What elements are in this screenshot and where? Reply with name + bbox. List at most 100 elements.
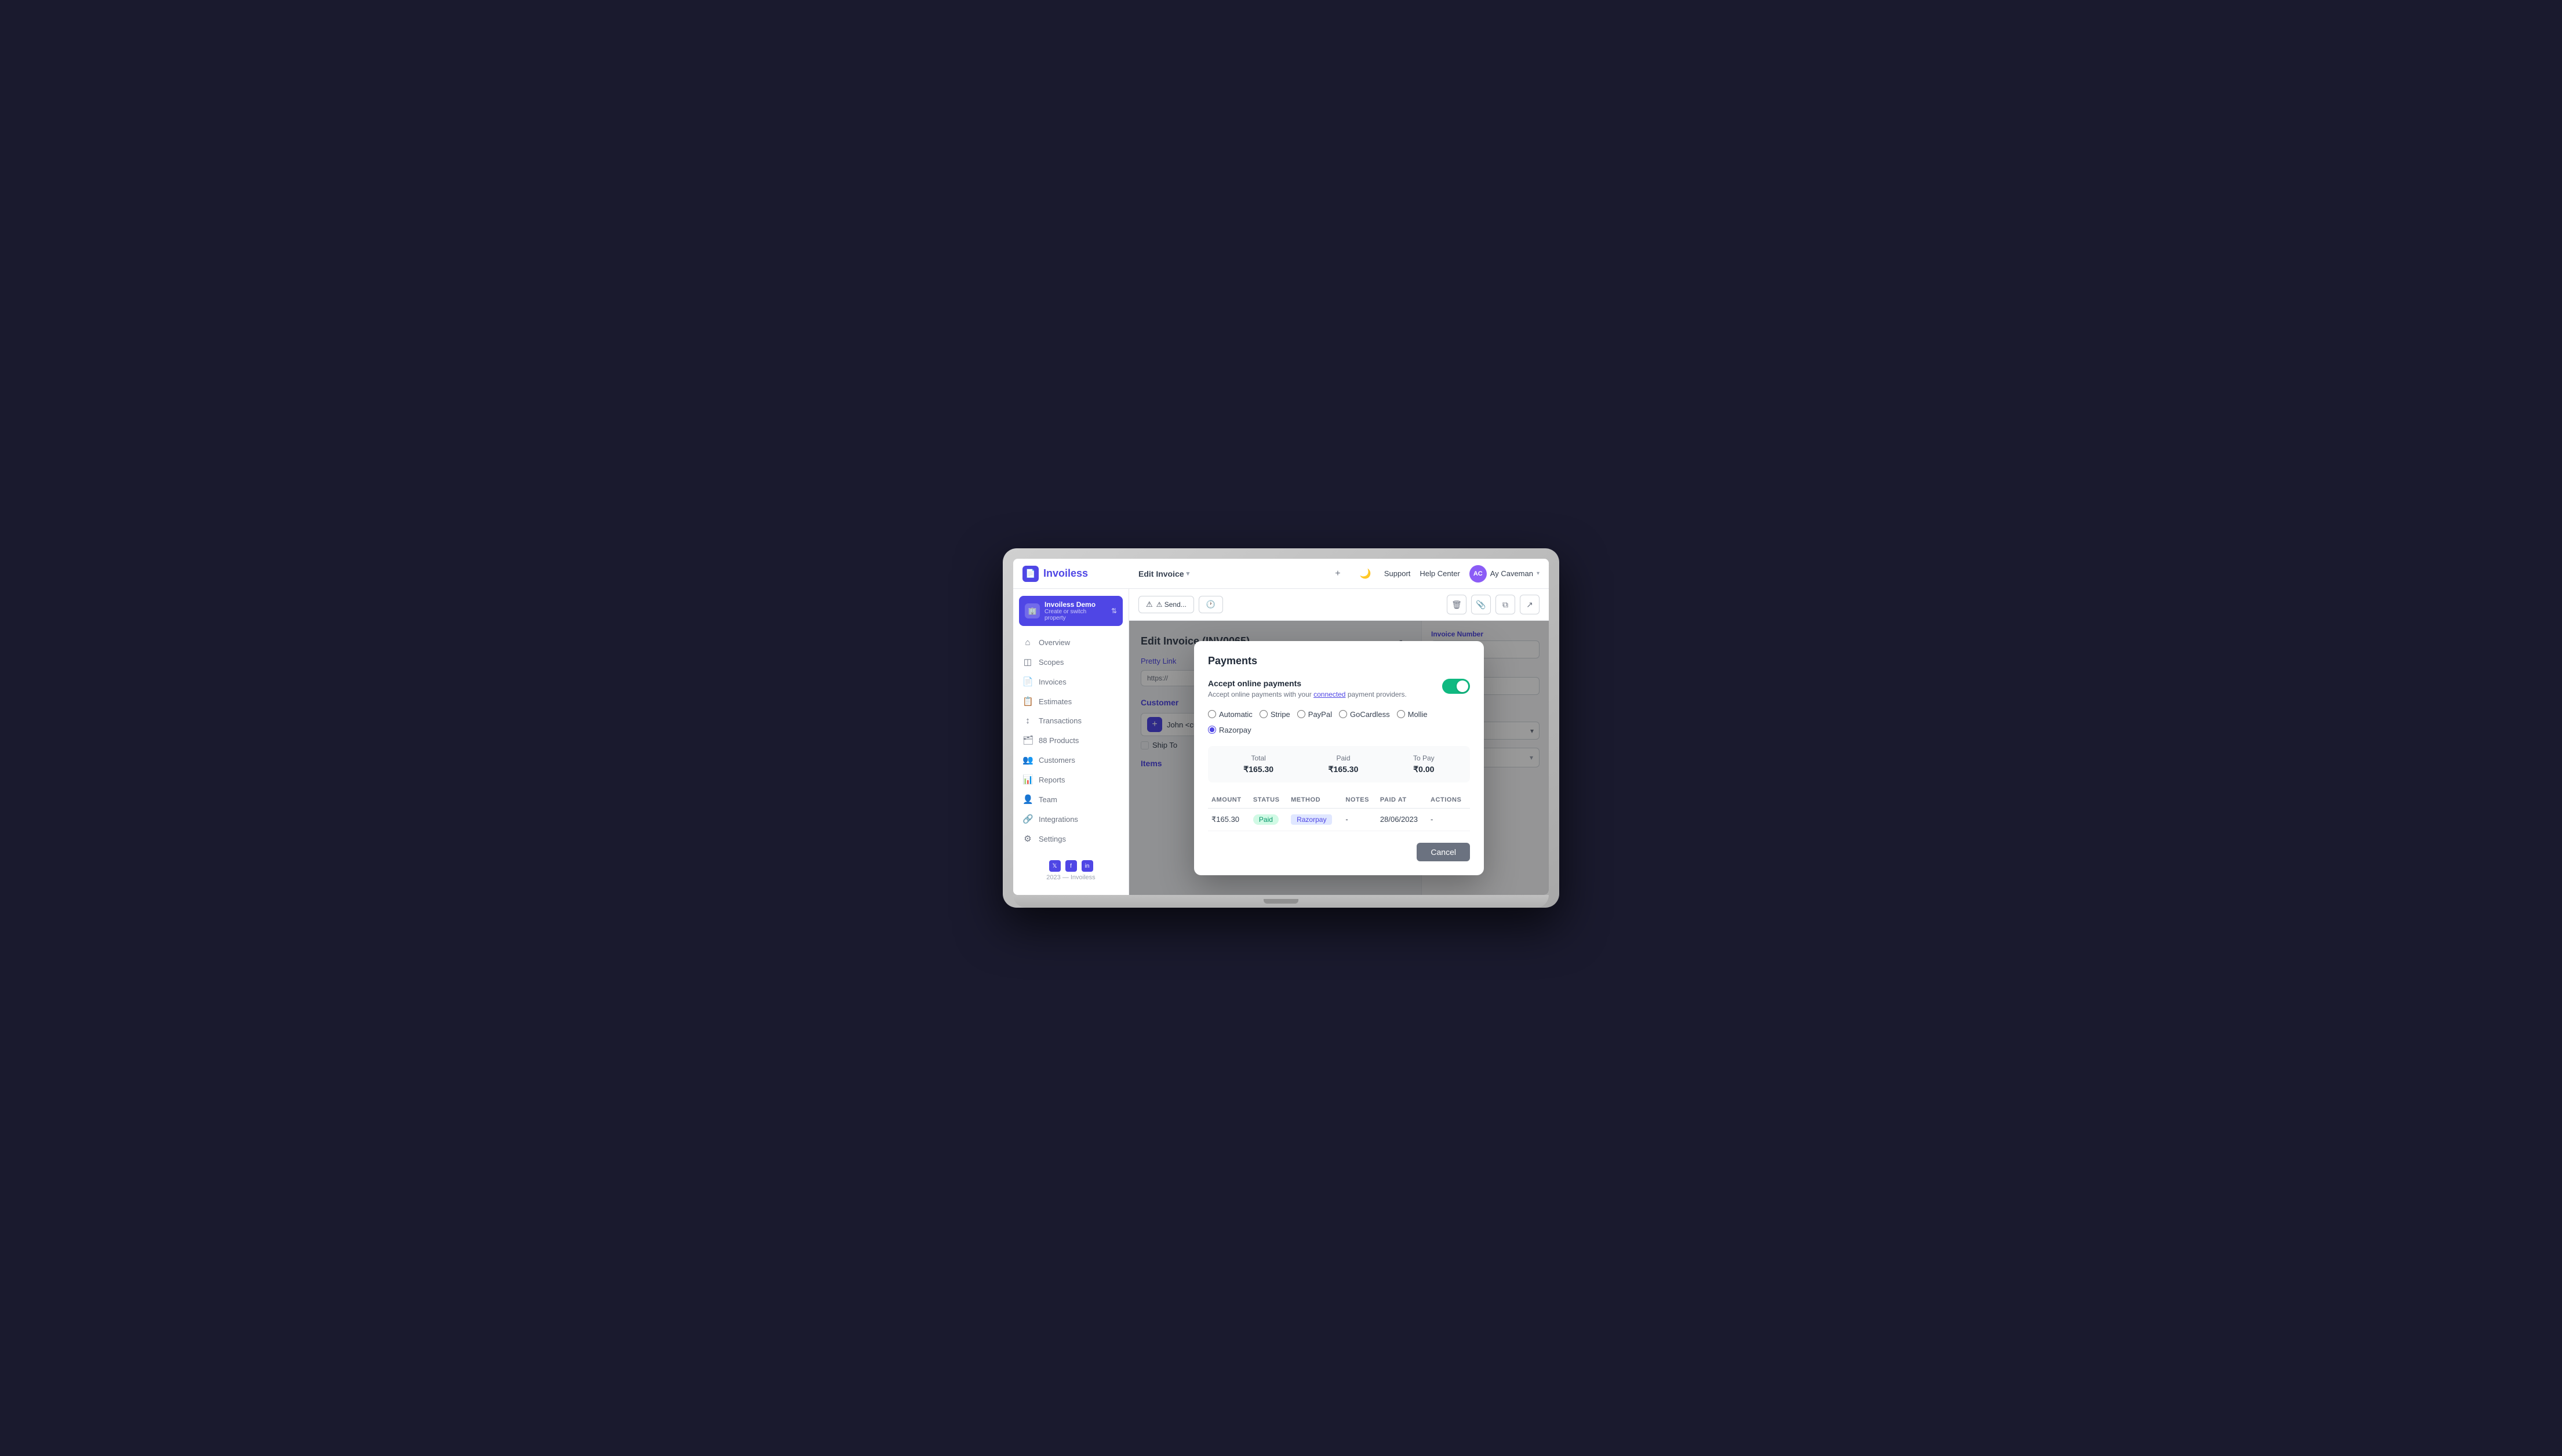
modal-overlay: Payments Accept online payments Accept o… bbox=[1129, 621, 1549, 895]
external-link-button[interactable]: ↗ bbox=[1520, 595, 1540, 614]
sidebar-item-overview[interactable]: ⌂ Overview bbox=[1013, 633, 1129, 652]
sidebar-item-products[interactable]: 🗂 88 Products bbox=[1013, 730, 1129, 750]
method-automatic[interactable]: Automatic bbox=[1208, 710, 1253, 719]
method-mollie[interactable]: Mollie bbox=[1397, 710, 1428, 719]
cell-status: Paid bbox=[1250, 808, 1287, 831]
paid-value: ₹165.30 bbox=[1329, 765, 1359, 774]
top-nav: 📄 Invoiless Edit Invoice ▾ + 🌙 Support H… bbox=[1013, 559, 1549, 589]
sidebar-item-reports[interactable]: 📊 Reports bbox=[1013, 770, 1129, 789]
facebook-link[interactable]: f bbox=[1065, 860, 1077, 872]
total-value: ₹165.30 bbox=[1243, 765, 1273, 774]
send-button[interactable]: ⚠ ⚠ Send... bbox=[1138, 596, 1194, 613]
paid-col: Paid ₹165.30 bbox=[1329, 754, 1359, 774]
clock-icon: 🕐 bbox=[1206, 600, 1216, 609]
user-name: Ay Caveman bbox=[1490, 569, 1533, 578]
col-status: STATUS bbox=[1250, 792, 1287, 809]
topay-label: To Pay bbox=[1413, 754, 1435, 762]
toggle-section: Accept online payments Accept online pay… bbox=[1208, 679, 1470, 698]
linkedin-link[interactable]: in bbox=[1082, 860, 1093, 872]
support-link[interactable]: Support bbox=[1384, 569, 1411, 578]
sidebar-item-estimates[interactable]: 📋 Estimates bbox=[1013, 691, 1129, 711]
sidebar-item-label: Reports bbox=[1039, 776, 1065, 784]
delete-button[interactable]: 🗑 bbox=[1447, 595, 1466, 614]
sidebar-item-scopes[interactable]: ◫ Scopes bbox=[1013, 652, 1129, 672]
sidebar-item-transactions[interactable]: ↕ Transactions bbox=[1013, 711, 1129, 730]
sidebar-item-label: Transactions bbox=[1039, 716, 1082, 725]
laptop-notch bbox=[1264, 899, 1298, 904]
payment-methods: Automatic Stripe PayPal bbox=[1208, 710, 1470, 734]
sidebar-item-label: Invoices bbox=[1039, 678, 1067, 686]
brand-name: Invoiless bbox=[1043, 567, 1088, 580]
property-text: Invoiless Demo Create or switch property bbox=[1045, 600, 1107, 621]
connected-link[interactable]: connected bbox=[1313, 690, 1345, 698]
settings-icon: ⚙ bbox=[1022, 833, 1033, 844]
online-payments-toggle[interactable] bbox=[1442, 679, 1470, 694]
sidebar-footer: 𝕏 f in 2023 — Invoiless bbox=[1013, 853, 1129, 888]
modal-title: Payments bbox=[1208, 655, 1470, 667]
sidebar-item-settings[interactable]: ⚙ Settings bbox=[1013, 829, 1129, 849]
method-razorpay[interactable]: Razorpay bbox=[1208, 726, 1251, 734]
copy-button[interactable]: ⧉ bbox=[1495, 595, 1515, 614]
method-gocardless[interactable]: GoCardless bbox=[1339, 710, 1390, 719]
topay-col: To Pay ₹0.00 bbox=[1413, 754, 1435, 774]
sidebar-item-label: Integrations bbox=[1039, 815, 1078, 824]
payments-table: AMOUNT STATUS METHOD NOTES PAID AT ACTIO… bbox=[1208, 792, 1470, 831]
scopes-icon: ◫ bbox=[1022, 657, 1033, 667]
reports-icon: 📊 bbox=[1022, 774, 1033, 785]
paid-label: Paid bbox=[1329, 754, 1359, 762]
sidebar-item-label: Estimates bbox=[1039, 697, 1072, 706]
cell-paid-at: 28/06/2023 bbox=[1377, 808, 1427, 831]
sidebar-item-integrations[interactable]: 🔗 Integrations bbox=[1013, 809, 1129, 829]
help-center-link[interactable]: Help Center bbox=[1420, 569, 1460, 578]
cell-actions: - bbox=[1427, 808, 1470, 831]
overview-icon: ⌂ bbox=[1022, 638, 1033, 647]
twitter-link[interactable]: 𝕏 bbox=[1049, 860, 1061, 872]
property-switcher[interactable]: 🏢 Invoiless Demo Create or switch proper… bbox=[1019, 596, 1123, 626]
table-row: ₹165.30 Paid Razorpay - bbox=[1208, 808, 1470, 831]
user-chevron: ▾ bbox=[1537, 570, 1540, 577]
nav-center: Edit Invoice ▾ bbox=[1138, 569, 1329, 578]
sidebar-item-team[interactable]: 👤 Team bbox=[1013, 789, 1129, 809]
cancel-button[interactable]: Cancel bbox=[1417, 843, 1470, 861]
property-chevron: ⇅ bbox=[1111, 607, 1117, 615]
nav-right: + 🌙 Support Help Center AC Ay Caveman ▾ bbox=[1329, 565, 1540, 583]
invoices-icon: 📄 bbox=[1022, 676, 1033, 687]
col-notes: NOTES bbox=[1342, 792, 1377, 809]
total-col: Total ₹165.30 bbox=[1243, 754, 1273, 774]
method-stripe[interactable]: Stripe bbox=[1260, 710, 1290, 719]
toolbar-right: 🗑 📎 ⧉ ↗ bbox=[1447, 595, 1540, 614]
toggle-desc: Accept online payments with your connect… bbox=[1208, 690, 1407, 698]
sidebar-item-customers[interactable]: 👥 Customers bbox=[1013, 750, 1129, 770]
property-name: Invoiless Demo bbox=[1045, 600, 1107, 609]
property-icon: 🏢 bbox=[1025, 603, 1040, 618]
payments-modal: Payments Accept online payments Accept o… bbox=[1194, 641, 1484, 875]
total-label: Total bbox=[1243, 754, 1273, 762]
dark-mode-button[interactable]: 🌙 bbox=[1356, 565, 1375, 583]
sidebar-item-label: Overview bbox=[1039, 638, 1070, 647]
cell-method: Razorpay bbox=[1287, 808, 1342, 831]
sidebar-item-invoices[interactable]: 📄 Invoices bbox=[1013, 672, 1129, 691]
brand-icon: 📄 bbox=[1022, 566, 1039, 582]
toggle-text: Accept online payments Accept online pay… bbox=[1208, 679, 1407, 698]
add-button[interactable]: + bbox=[1329, 565, 1347, 583]
method-badge: Razorpay bbox=[1291, 814, 1332, 825]
col-amount: AMOUNT bbox=[1208, 792, 1250, 809]
integrations-icon: 🔗 bbox=[1022, 814, 1033, 824]
cell-notes: - bbox=[1342, 808, 1377, 831]
nav-title: Edit Invoice ▾ bbox=[1138, 569, 1189, 578]
team-icon: 👤 bbox=[1022, 794, 1033, 805]
col-actions: ACTIONS bbox=[1427, 792, 1470, 809]
clock-button[interactable]: 🕐 bbox=[1199, 596, 1223, 613]
products-icon: 🗂 bbox=[1022, 735, 1033, 745]
avatar: AC bbox=[1469, 565, 1487, 583]
summary-cols: Total ₹165.30 Paid ₹165.30 T bbox=[1216, 754, 1462, 774]
sidebar-item-label: Settings bbox=[1039, 835, 1066, 843]
social-links: 𝕏 f in bbox=[1022, 860, 1119, 872]
user-menu[interactable]: AC Ay Caveman ▾ bbox=[1469, 565, 1540, 583]
toggle-thumb bbox=[1457, 680, 1468, 692]
attach-button[interactable]: 📎 bbox=[1471, 595, 1491, 614]
warning-icon: ⚠ bbox=[1146, 600, 1153, 609]
col-paid-at: PAID AT bbox=[1377, 792, 1427, 809]
topay-value: ₹0.00 bbox=[1413, 765, 1435, 774]
method-paypal[interactable]: PayPal bbox=[1297, 710, 1332, 719]
